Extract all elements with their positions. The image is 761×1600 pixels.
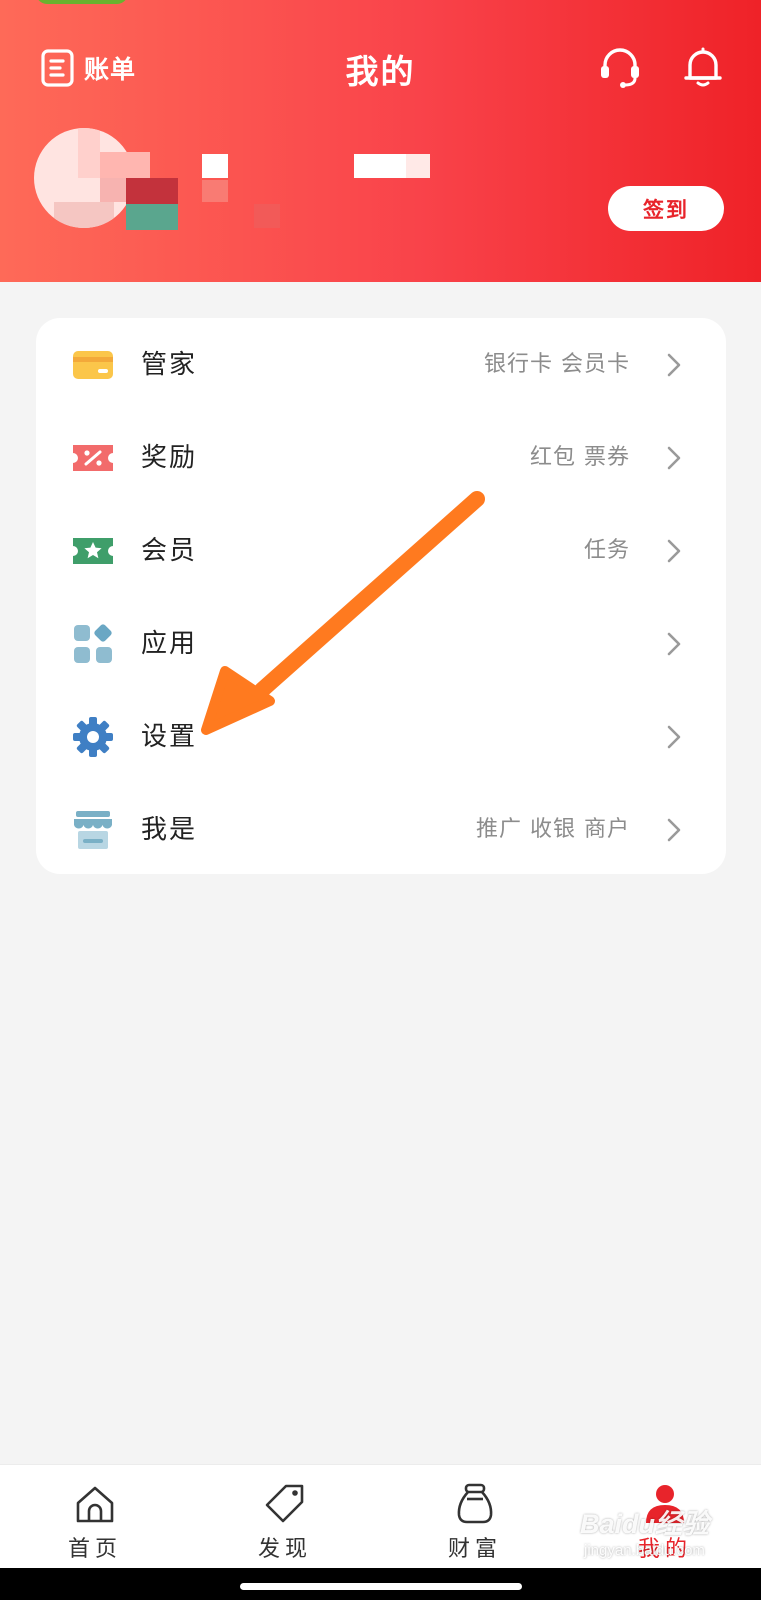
tab-label: 财富 <box>447 1537 502 1562</box>
menu-item-label: 设置 <box>141 722 198 752</box>
menu-item-rewards[interactable]: 奖励 红包 票券 <box>36 411 726 504</box>
chevron-right-icon <box>666 352 682 378</box>
system-bar <box>0 1568 761 1600</box>
watermark-logo: Baidu经验 <box>580 1509 710 1539</box>
tab-discover[interactable]: 发现 <box>190 1465 380 1569</box>
avatar-pixel-block <box>126 204 178 230</box>
menu-item-label: 应用 <box>141 629 198 659</box>
menu-item-merchant[interactable]: 我是 推广 收银 商户 <box>36 783 726 876</box>
avatar[interactable] <box>34 128 134 228</box>
notification-button[interactable] <box>680 44 726 90</box>
watermark-url: jingyan.baidu.com <box>584 1542 705 1559</box>
menu-item-member[interactable]: 会员 任务 <box>36 504 726 597</box>
menu-item-settings[interactable]: 设置 <box>36 690 726 783</box>
avatar-pixel-block <box>126 178 178 204</box>
bell-icon <box>684 47 722 87</box>
chevron-right-icon <box>666 724 682 750</box>
menu-item-hint: 任务 <box>583 538 630 563</box>
tab-wealth[interactable]: 财富 <box>380 1465 570 1569</box>
tag-icon <box>264 1483 306 1525</box>
chevron-right-icon <box>666 817 682 843</box>
shop-icon <box>72 809 114 851</box>
headset-icon <box>601 48 639 88</box>
username-blur <box>406 154 430 178</box>
chevron-right-icon <box>666 538 682 564</box>
menu-item-label: 我是 <box>141 815 198 845</box>
money-bag-icon <box>454 1483 496 1525</box>
chevron-right-icon <box>666 445 682 471</box>
menu-item-manager[interactable]: 管家 银行卡 会员卡 <box>36 318 726 411</box>
tab-label: 首页 <box>67 1537 122 1562</box>
page-title: 我的 <box>345 52 416 91</box>
menu-item-hint: 银行卡 会员卡 <box>484 352 630 377</box>
menu-item-hint: 推广 收银 商户 <box>476 817 630 842</box>
menu-item-label: 管家 <box>141 350 198 380</box>
coupon-icon <box>72 437 114 479</box>
tab-label: 发现 <box>257 1537 312 1562</box>
gear-icon <box>72 716 114 758</box>
signin-button[interactable]: 签到 <box>608 186 724 231</box>
watermark: Baidu经验 jingyan.baidu.com <box>580 1502 760 1564</box>
username-blur <box>202 180 228 202</box>
home-icon <box>74 1483 116 1525</box>
tab-home[interactable]: 首页 <box>0 1465 190 1569</box>
member-star-icon <box>72 530 114 572</box>
customer-service-button[interactable] <box>597 44 643 90</box>
card-icon <box>72 344 114 386</box>
menu-item-label: 会员 <box>141 536 198 566</box>
menu-item-hint: 红包 票券 <box>530 445 630 470</box>
username-blur <box>202 154 228 178</box>
username-blur <box>254 204 280 228</box>
menu-item-apps[interactable]: 应用 <box>36 597 726 690</box>
menu-card: 管家 银行卡 会员卡 奖励 红包 票券 会员 任务 应用 设置 我是 推广 收银… <box>36 318 726 874</box>
chevron-right-icon <box>666 631 682 657</box>
avatar-pixel-block <box>100 152 150 178</box>
menu-item-label: 奖励 <box>141 443 198 473</box>
home-indicator[interactable] <box>240 1583 522 1590</box>
apps-grid-icon <box>72 623 114 665</box>
status-indicator <box>36 0 128 4</box>
profile-header: 账单 我的 签到 <box>0 0 761 282</box>
